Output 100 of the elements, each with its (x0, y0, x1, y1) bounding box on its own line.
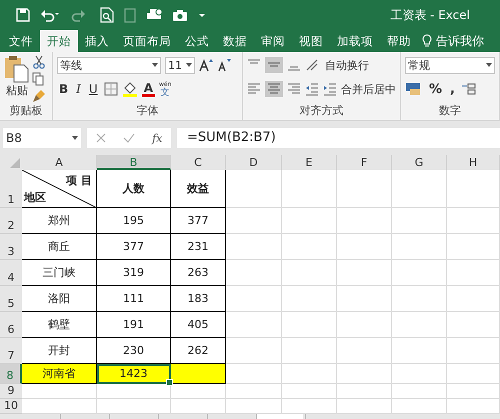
wrap-text-button[interactable]: 自动换行 (325, 58, 369, 72)
ribbon-tab[interactable]: 数据 (216, 30, 254, 52)
shrink-font-icon[interactable] (217, 58, 231, 72)
caret-icon (72, 136, 78, 140)
column-header[interactable]: C (171, 155, 226, 170)
empty-cell (337, 338, 392, 364)
table-cell: 111 (97, 286, 171, 312)
row-header[interactable]: 10 (0, 399, 22, 414)
grow-font-icon[interactable] (199, 58, 213, 72)
header-label: 地区 (24, 190, 46, 205)
row-header[interactable]: 6 (0, 312, 22, 338)
row-header[interactable]: 9 (0, 384, 22, 399)
clipboard-icon[interactable] (124, 7, 136, 23)
column-header[interactable]: H (447, 155, 500, 170)
empty-cell (282, 208, 337, 234)
font-name-field[interactable]: 等线 (57, 56, 161, 74)
scissors-icon[interactable] (32, 55, 46, 69)
decrease-indent-icon[interactable] (305, 82, 319, 96)
percent-button[interactable]: % (427, 82, 444, 96)
save-icon[interactable] (16, 8, 30, 22)
align-right-icon[interactable] (287, 82, 301, 96)
empty-cell (226, 208, 282, 234)
table-cell: 231 (171, 234, 226, 260)
check-icon[interactable] (122, 133, 135, 143)
align-middle-icon[interactable] (265, 57, 283, 73)
ribbon-tab[interactable]: 帮助 (380, 30, 418, 52)
bold-button[interactable]: B (57, 82, 70, 96)
italic-button[interactable]: I (74, 82, 83, 96)
empty-cell (226, 260, 282, 286)
increase-indent-icon[interactable] (323, 82, 337, 96)
empty-cell (226, 286, 282, 312)
print-preview-icon[interactable] (100, 7, 114, 23)
ribbon-tab[interactable]: 插入 (78, 30, 116, 52)
brush-icon[interactable] (32, 89, 46, 103)
column-header[interactable]: F (337, 155, 392, 170)
paste-button[interactable]: 粘贴 (4, 55, 30, 103)
empty-cell (226, 234, 282, 260)
formula-field[interactable]: =SUM(B2:B7) (177, 128, 500, 148)
row-header[interactable]: 4 (0, 260, 22, 286)
table-cell: 人数 (97, 170, 171, 208)
ribbon-tab[interactable]: 文件 (2, 30, 40, 52)
column-header[interactable]: G (392, 155, 447, 170)
font-color-button[interactable]: A (142, 82, 155, 96)
empty-cell (447, 260, 500, 286)
fill-color-icon[interactable] (122, 82, 138, 96)
ribbon-tab[interactable]: 加载项 (330, 30, 380, 52)
currency-icon[interactable] (405, 82, 423, 96)
row-header[interactable]: 8 (0, 364, 22, 384)
empty-cell (282, 384, 337, 399)
empty-cell (447, 312, 500, 338)
empty-cell (282, 286, 337, 312)
empty-cell (337, 312, 392, 338)
undo-icon[interactable] (40, 8, 60, 22)
ribbon-tab[interactable]: 开始 (40, 30, 78, 52)
empty-cell (392, 312, 447, 338)
tell-me-search[interactable]: 告诉我你 (436, 30, 484, 52)
row-header[interactable]: 2 (0, 208, 22, 234)
dropdown-icon[interactable] (198, 11, 206, 19)
align-left-icon[interactable] (247, 82, 261, 96)
column-header[interactable]: B (97, 155, 171, 170)
empty-cell (337, 170, 392, 208)
lightbulb-icon[interactable] (422, 34, 432, 48)
group-label: 剪贴板 (8, 103, 44, 118)
row-header[interactable]: 7 (0, 338, 22, 364)
ribbon-tab[interactable]: 公式 (178, 30, 216, 52)
empty-cell (447, 234, 500, 260)
table-cell: 效益 (171, 170, 226, 208)
insert-function-button[interactable]: fx (152, 132, 162, 144)
number-format-field[interactable]: 常规 (405, 56, 495, 74)
merge-center-button[interactable]: 合并后居中 (341, 82, 396, 96)
printer-icon[interactable] (146, 8, 162, 22)
empty-cell (226, 312, 282, 338)
group-label: 数字 (438, 103, 462, 118)
table-cell: 191 (97, 312, 171, 338)
empty-cell (337, 234, 392, 260)
empty-cell (282, 364, 337, 384)
underline-button[interactable]: U (86, 82, 100, 96)
empty-cell (282, 312, 337, 338)
empty-cell (337, 364, 392, 384)
borders-icon[interactable] (104, 82, 118, 96)
table-cell: 319 (97, 260, 171, 286)
row-header[interactable]: 3 (0, 234, 22, 260)
font-size-field[interactable]: 11 (165, 56, 195, 74)
increase-decimal-icon[interactable] (460, 82, 477, 96)
row-header[interactable]: 1 (0, 170, 22, 208)
empty-cell (282, 338, 337, 364)
ribbon-tab[interactable]: 视图 (292, 30, 330, 52)
row-header[interactable]: 5 (0, 286, 22, 312)
camera-icon[interactable] (172, 8, 188, 22)
align-center-icon[interactable] (265, 81, 283, 97)
ribbon-tab[interactable]: 审阅 (254, 30, 292, 52)
comma-button[interactable]: , (448, 82, 457, 96)
name-box[interactable]: B8 (3, 128, 81, 148)
ribbon-tab[interactable]: 页面布局 (116, 30, 178, 52)
table-cell: 鹤壁 (22, 312, 97, 338)
header-label: 项 目 (66, 173, 92, 188)
column-header[interactable]: D (226, 155, 282, 170)
table-cell: 405 (171, 312, 226, 338)
table-cell: 183 (171, 286, 226, 312)
column-header[interactable]: E (282, 155, 337, 170)
